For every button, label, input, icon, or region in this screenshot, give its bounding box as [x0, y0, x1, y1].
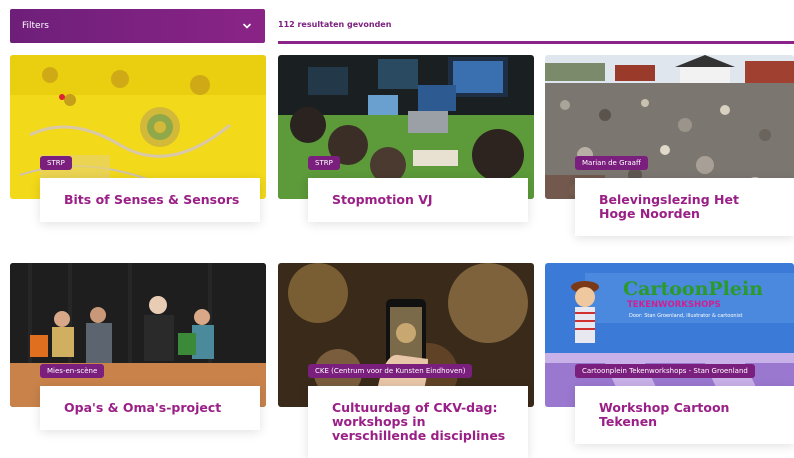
card-tag[interactable]: CKE (Centrum voor de Kunsten Eindhoven) — [308, 364, 473, 378]
filters-dropdown[interactable]: Filters — [10, 9, 265, 43]
card-title-box: Opa's & Oma's-project — [40, 386, 260, 430]
card-title[interactable]: Stopmotion VJ — [332, 193, 510, 207]
results-count: 112 resultaten gevonden — [278, 20, 392, 29]
card-title-box: Stopmotion VJ — [308, 178, 528, 222]
card-title[interactable]: Opa's & Oma's-project — [64, 401, 242, 415]
chevron-down-icon — [241, 20, 253, 32]
logo-subtitle: TEKENWORKSHOPS — [627, 300, 721, 310]
logo-wordmark: CartoonPlein — [623, 278, 763, 300]
card-title-box: Workshop Cartoon Tekenen — [575, 386, 794, 444]
logo-byline: Door: Stan Groenland, illustrator & cart… — [629, 313, 743, 319]
card-title[interactable]: Workshop Cartoon Tekenen — [599, 401, 776, 429]
card-title-box: Bits of Senses & Sensors — [40, 178, 260, 222]
card-title[interactable]: Belevingslezing Het Hoge Noorden — [599, 193, 776, 221]
card-tag[interactable]: Cartoonplein Tekenworkshops - Stan Groen… — [575, 364, 755, 378]
filters-label: Filters — [22, 21, 49, 31]
card-title[interactable]: Cultuurdag of CKV-dag: workshops in vers… — [332, 401, 510, 443]
card-tag[interactable]: Mies-en-scène — [40, 364, 105, 378]
card-title-box: Cultuurdag of CKV-dag: workshops in vers… — [308, 386, 528, 458]
card-tag[interactable]: STRP — [40, 156, 72, 170]
card-title-box: Belevingslezing Het Hoge Noorden — [575, 178, 794, 236]
card-title[interactable]: Bits of Senses & Sensors — [64, 193, 242, 207]
results-divider — [278, 41, 794, 44]
card-tag[interactable]: STRP — [308, 156, 340, 170]
card-tag[interactable]: Marian de Graaff — [575, 156, 648, 170]
